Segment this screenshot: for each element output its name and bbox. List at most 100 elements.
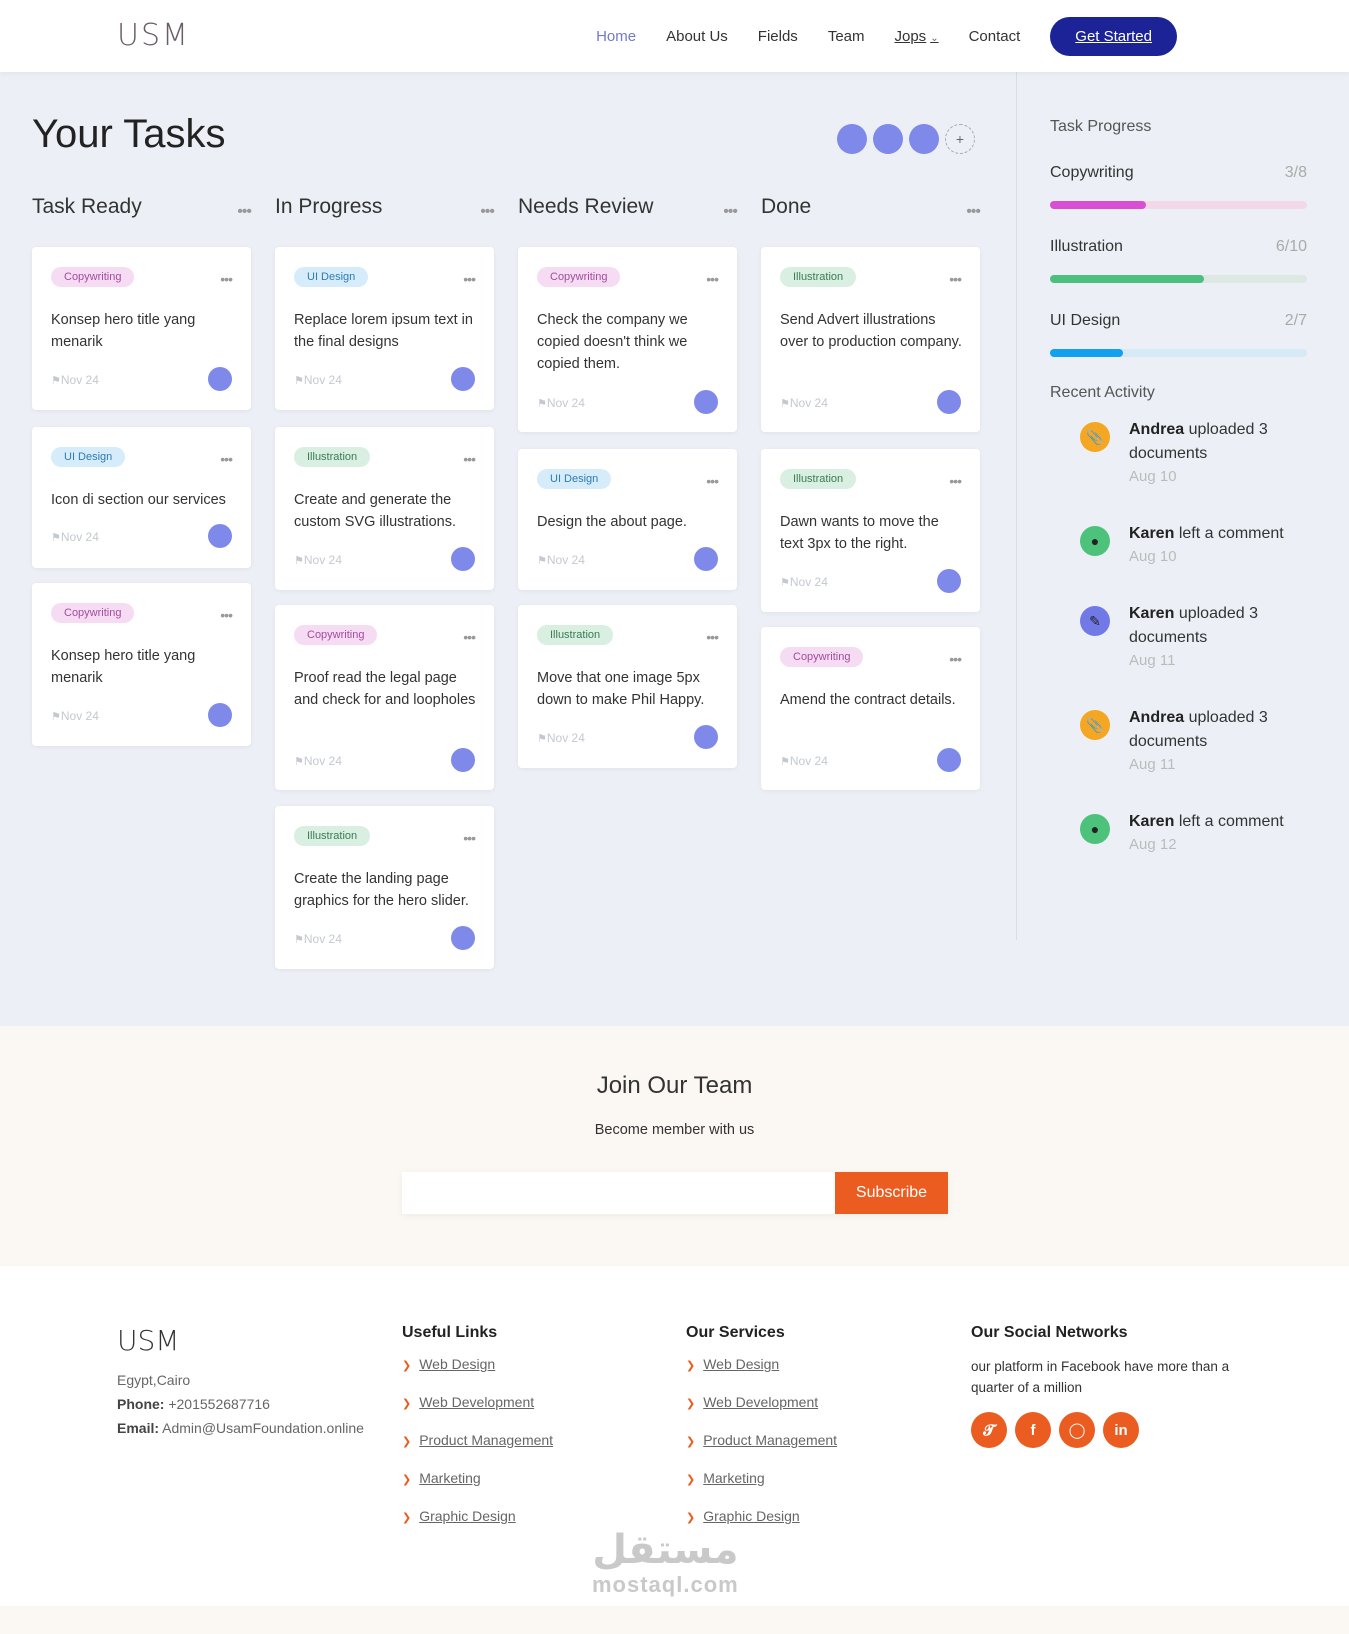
due-date: ⚑Nov 24	[294, 754, 342, 768]
more-icon[interactable]: •••	[949, 651, 962, 667]
more-icon[interactable]: •••	[463, 629, 476, 645]
more-icon[interactable]: •••	[706, 473, 719, 489]
footer-link[interactable]: Web Design	[419, 1356, 495, 1372]
more-icon[interactable]: •••	[949, 473, 962, 489]
task-card[interactable]: UI Design ••• Icon di section our servic…	[32, 427, 251, 568]
footer-link[interactable]: Web Design	[703, 1356, 779, 1372]
task-card[interactable]: Illustration ••• Move that one image 5px…	[518, 605, 737, 768]
facebook-icon[interactable]: f	[1015, 1412, 1051, 1448]
linkedin-icon[interactable]: in	[1103, 1412, 1139, 1448]
chevron-right-icon: ❯	[402, 1398, 412, 1410]
join-section: Join Our Team Become member with us Subs…	[0, 1026, 1349, 1266]
avatar[interactable]	[451, 547, 475, 571]
more-icon[interactable]: •••	[463, 451, 476, 467]
task-card[interactable]: Illustration ••• Dawn wants to move the …	[761, 449, 980, 612]
more-icon[interactable]: •••	[949, 271, 962, 287]
activity-user[interactable]: Andrea	[1129, 709, 1184, 726]
progress-label: Copywriting	[1050, 164, 1134, 181]
more-icon[interactable]: •••	[220, 607, 233, 623]
task-card[interactable]: Copywriting ••• Konsep hero title yang m…	[32, 583, 251, 746]
task-card[interactable]: Illustration ••• Create and generate the…	[275, 427, 494, 590]
task-text: Replace lorem ipsum text in the final de…	[294, 312, 473, 350]
twitter-icon[interactable]: 𝓣	[971, 1412, 1007, 1448]
footer-link[interactable]: Graphic Design	[703, 1508, 800, 1524]
footer-link[interactable]: Web Development	[419, 1394, 534, 1410]
chevron-right-icon: ❯	[686, 1398, 696, 1410]
more-icon[interactable]: •••	[463, 271, 476, 287]
list-item: ❯ Web Development	[402, 1394, 553, 1432]
activity-text: Andrea uploaded 3 documents	[1129, 709, 1268, 750]
footer-link[interactable]: Product Management	[703, 1432, 837, 1448]
task-card[interactable]: Copywriting ••• Proof read the legal pag…	[275, 605, 494, 790]
nav-about[interactable]: About Us	[666, 28, 728, 45]
nav-home[interactable]: Home	[596, 28, 636, 45]
more-icon[interactable]: •••	[237, 203, 252, 221]
task-card[interactable]: Copywriting ••• Amend the contract detai…	[761, 627, 980, 790]
footer-link[interactable]: Marketing	[419, 1470, 480, 1486]
flag-icon: ⚑	[294, 375, 304, 387]
column-header: Task Ready •••	[32, 195, 252, 231]
more-icon[interactable]: •••	[220, 451, 233, 467]
more-icon[interactable]: •••	[706, 271, 719, 287]
avatar[interactable]	[873, 124, 903, 154]
more-icon[interactable]: •••	[723, 203, 738, 221]
social-title: Our Social Networks	[971, 1324, 1128, 1341]
footer-link[interactable]: Web Development	[703, 1394, 818, 1410]
activity-user[interactable]: Karen	[1129, 605, 1174, 622]
task-card[interactable]: Illustration ••• Create the landing page…	[275, 806, 494, 969]
more-icon[interactable]: •••	[463, 830, 476, 846]
site-logo[interactable]: USM	[117, 18, 190, 53]
avatar[interactable]	[451, 926, 475, 950]
page-title: Your Tasks	[32, 112, 226, 156]
avatar[interactable]	[937, 748, 961, 772]
progress-label: UI Design	[1050, 312, 1121, 329]
chevron-right-icon: ❯	[686, 1360, 696, 1372]
more-icon[interactable]: •••	[966, 203, 981, 221]
task-card[interactable]: UI Design ••• Design the about page. ⚑No…	[518, 449, 737, 590]
avatar[interactable]	[909, 124, 939, 154]
column-task-ready: Task Ready ••• Copywriting ••• Konsep he…	[32, 195, 252, 746]
avatar[interactable]	[937, 569, 961, 593]
avatar[interactable]	[208, 367, 232, 391]
activity-date: Aug 11	[1129, 756, 1176, 773]
avatar[interactable]	[451, 748, 475, 772]
footer-link[interactable]: Product Management	[419, 1432, 553, 1448]
avatar[interactable]	[208, 703, 232, 727]
avatar[interactable]	[451, 367, 475, 391]
more-icon[interactable]: •••	[480, 203, 495, 221]
flag-icon: ⚑	[780, 577, 790, 589]
nav-contact[interactable]: Contact	[969, 28, 1021, 45]
avatar[interactable]	[837, 124, 867, 154]
instagram-icon[interactable]: ◯	[1059, 1412, 1095, 1448]
task-card[interactable]: Copywriting ••• Konsep hero title yang m…	[32, 247, 251, 410]
progress-count: 2/7	[1284, 312, 1307, 329]
add-member-button[interactable]: +	[945, 124, 975, 154]
avatar[interactable]	[694, 547, 718, 571]
activity-user[interactable]: Andrea	[1129, 421, 1184, 438]
recent-activity-title: Recent Activity	[1050, 384, 1155, 401]
email-input[interactable]	[402, 1172, 835, 1214]
task-card[interactable]: Illustration ••• Send Advert illustratio…	[761, 247, 980, 432]
footer-link[interactable]: Graphic Design	[419, 1508, 516, 1524]
list-item: ❯ Graphic Design	[402, 1508, 553, 1546]
avatar[interactable]	[208, 524, 232, 548]
progress-bar	[1050, 349, 1307, 357]
avatar[interactable]	[937, 390, 961, 414]
activity-user[interactable]: Karen	[1129, 813, 1174, 830]
footer-link[interactable]: Marketing	[703, 1470, 764, 1486]
avatar[interactable]	[694, 390, 718, 414]
subscribe-button[interactable]: Subscribe	[835, 1172, 948, 1214]
nav-team[interactable]: Team	[828, 28, 865, 45]
more-icon[interactable]: •••	[706, 629, 719, 645]
nav-fields[interactable]: Fields	[758, 28, 798, 45]
nav-jops-dropdown[interactable]: Jops ⌄	[895, 28, 939, 45]
get-started-button[interactable]: Get Started	[1050, 16, 1177, 56]
task-card[interactable]: UI Design ••• Replace lorem ipsum text i…	[275, 247, 494, 410]
activity-date: Aug 10	[1129, 468, 1177, 485]
due-date: ⚑Nov 24	[780, 575, 828, 589]
more-icon[interactable]: •••	[220, 271, 233, 287]
avatar[interactable]	[694, 725, 718, 749]
list-item: ❯ Web Design	[686, 1356, 837, 1394]
task-card[interactable]: Copywriting ••• Check the company we cop…	[518, 247, 737, 432]
activity-user[interactable]: Karen	[1129, 525, 1174, 542]
